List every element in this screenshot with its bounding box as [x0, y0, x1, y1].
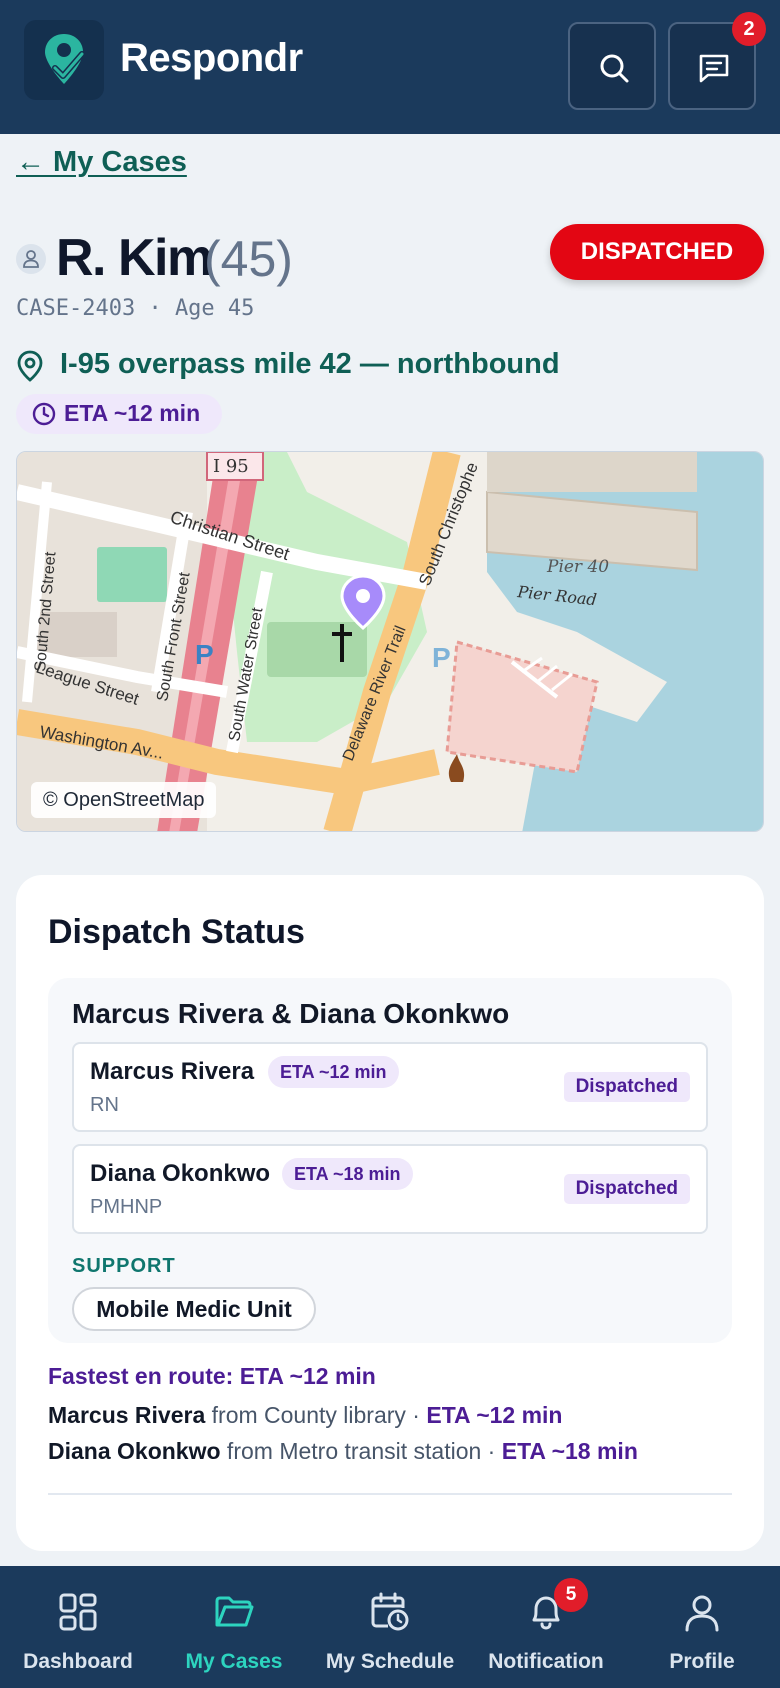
- nav-dashboard[interactable]: Dashboard: [0, 1566, 156, 1688]
- patient-avatar: [16, 244, 46, 274]
- patient-name: R. Kim: [56, 229, 213, 287]
- route-member-name: Marcus Rivera: [48, 1402, 206, 1428]
- card-divider: [48, 1493, 732, 1495]
- nav-label: My Cases: [185, 1650, 283, 1673]
- route-eta: ETA ~12 min: [426, 1402, 563, 1428]
- team-member-card: Marcus Rivera ETA ~12 min RN Dispatched: [72, 1042, 708, 1132]
- search-button[interactable]: [568, 22, 656, 110]
- dispatch-status-title: Dispatch Status: [48, 913, 305, 951]
- member-eta-badge: ETA ~18 min: [282, 1158, 413, 1190]
- route-line: Marcus Rivera from County library · ETA …: [48, 1402, 562, 1429]
- route-member-name: Diana Okonkwo: [48, 1438, 221, 1464]
- user-icon: [685, 1595, 719, 1632]
- route-line: Diana Okonkwo from Metro transit station…: [48, 1438, 638, 1465]
- bottom-navigation: Dashboard My Cases My Schedule 5 Notific…: [0, 1566, 780, 1688]
- team-member-card: Diana Okonkwo ETA ~18 min PMHNP Dispatch…: [72, 1144, 708, 1234]
- nav-label: Dashboard: [23, 1650, 133, 1673]
- map-parking-label: P: [195, 639, 214, 670]
- back-to-my-cases-link[interactable]: ← My Cases: [16, 146, 187, 179]
- nav-my-schedule[interactable]: My Schedule: [312, 1566, 468, 1688]
- eta-pill: ETA ~12 min: [16, 394, 222, 434]
- location-pin-icon: [17, 350, 43, 382]
- nav-profile[interactable]: Profile: [624, 1566, 780, 1688]
- map-parking-label-2: P: [432, 642, 451, 673]
- fastest-en-route: Fastest en route: ETA ~12 min: [48, 1363, 376, 1389]
- nav-my-cases[interactable]: My Cases: [156, 1566, 312, 1688]
- messages-badge: 2: [732, 12, 766, 46]
- nav-label: My Schedule: [325, 1650, 455, 1673]
- nav-label: Profile: [669, 1650, 735, 1673]
- member-name: Marcus Rivera: [90, 1058, 255, 1085]
- map-highway-label: I 95: [213, 456, 249, 477]
- nav-notification[interactable]: 5 Notification: [468, 1566, 624, 1688]
- notification-badge: 5: [554, 1578, 588, 1612]
- folder-icon: [215, 1596, 254, 1627]
- route-origin: from Metro transit station ·: [220, 1438, 502, 1464]
- member-eta-badge: ETA ~12 min: [268, 1056, 399, 1088]
- map-attribution[interactable]: © OpenStreetMap: [31, 782, 217, 818]
- member-name: Diana Okonkwo: [90, 1160, 271, 1187]
- dispatch-team: Marcus Rivera & Diana Okonkwo Marcus Riv…: [48, 978, 732, 1343]
- member-role: RN: [90, 1094, 119, 1116]
- app-title: Respondr: [120, 36, 303, 80]
- case-meta: CASE-2403 · Age 45: [16, 296, 255, 321]
- clock-icon: [32, 402, 56, 426]
- location-text: I-95 overpass mile 42 — northbound: [60, 348, 560, 380]
- member-role: PMHNP: [90, 1196, 163, 1218]
- route-eta: ETA ~18 min: [501, 1438, 638, 1464]
- support-label: SUPPORT: [72, 1255, 176, 1277]
- search-icon: [600, 54, 629, 83]
- support-unit-chip: Mobile Medic Unit: [72, 1287, 316, 1331]
- eta-text: ETA ~12 min: [64, 400, 201, 426]
- member-status-badge: Dispatched: [563, 1072, 690, 1102]
- dispatch-status-card: Dispatch Status Marcus Rivera & Diana Ok…: [16, 875, 764, 1551]
- app-header: Respondr 2: [0, 0, 780, 134]
- case-map[interactable]: P P I 95 Christian Street South Front St…: [16, 451, 764, 832]
- team-name: Marcus Rivera & Diana Okonkwo: [72, 998, 510, 1029]
- dashboard-icon: [59, 1593, 97, 1631]
- case-status-badge: DISPATCHED: [550, 224, 764, 280]
- map-pin-check-icon: [45, 34, 85, 84]
- calendar-clock-icon: [371, 1592, 409, 1631]
- user-icon: [23, 250, 39, 268]
- app-logo[interactable]: [24, 20, 104, 100]
- message-icon: [699, 54, 729, 83]
- nav-label: Notification: [488, 1650, 604, 1673]
- patient-age: (45): [204, 231, 293, 287]
- map-label-pier40: Pier 40: [546, 557, 609, 577]
- route-origin: from County library ·: [205, 1402, 427, 1428]
- member-status-badge: Dispatched: [563, 1174, 690, 1204]
